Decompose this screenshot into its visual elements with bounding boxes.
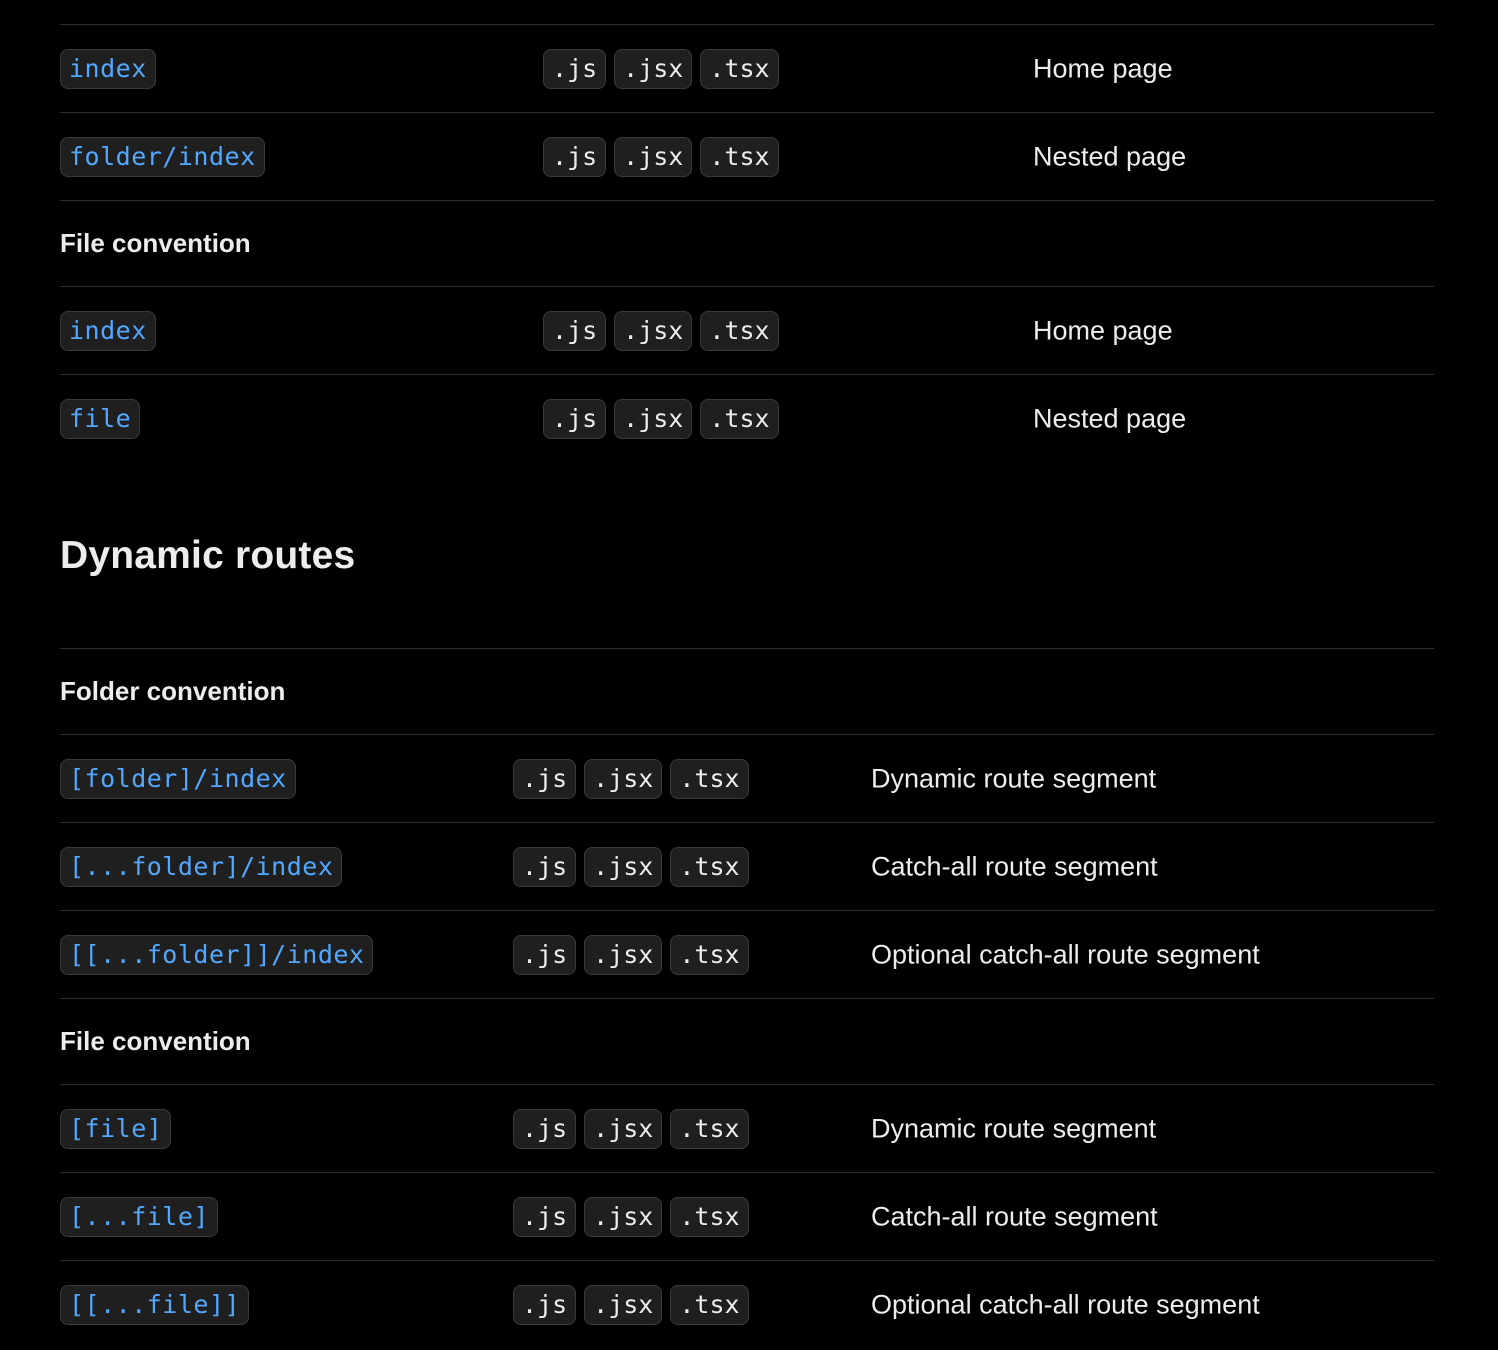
extension-chip: .js bbox=[543, 48, 607, 89]
extension-chip: .js bbox=[543, 310, 607, 351]
route-file-name[interactable]: folder/index bbox=[60, 136, 265, 177]
extension-chip: .jsx bbox=[614, 136, 693, 177]
route-description: Nested page bbox=[1033, 141, 1187, 171]
extension-chip: .jsx bbox=[584, 1284, 663, 1325]
route-file-name[interactable]: [folder]/index bbox=[60, 758, 296, 799]
table-row: [[...file]] .js .jsx .tsx Optional catch… bbox=[60, 1260, 1434, 1348]
route-description: Dynamic route segment bbox=[871, 1113, 1157, 1143]
table-row: [folder]/index .js .jsx .tsx Dynamic rou… bbox=[60, 734, 1434, 822]
table-row: [[...folder]]/index .js .jsx .tsx Option… bbox=[60, 910, 1434, 998]
extension-chip: .jsx bbox=[584, 934, 663, 975]
section-header-row: File convention bbox=[60, 200, 1434, 286]
extension-chip: .js bbox=[543, 398, 607, 439]
file-extensions: .js .jsx .tsx bbox=[513, 758, 749, 799]
route-file-name[interactable]: [[...folder]]/index bbox=[60, 934, 374, 975]
section-header-row: Folder convention bbox=[60, 648, 1434, 734]
extension-chip: .js bbox=[513, 1196, 577, 1237]
extension-chip: .tsx bbox=[670, 1284, 749, 1325]
extension-chip: .jsx bbox=[584, 846, 663, 887]
route-description: Nested page bbox=[1033, 403, 1187, 433]
route-description: Optional catch-all route segment bbox=[871, 1289, 1260, 1319]
extension-chip: .js bbox=[543, 136, 607, 177]
table-row: index .js .jsx .tsx Home page bbox=[60, 24, 1434, 112]
extension-chip: .js bbox=[513, 934, 577, 975]
route-file-name[interactable]: [...folder]/index bbox=[60, 846, 343, 887]
section-header-row: File convention bbox=[60, 998, 1434, 1084]
extension-chip: .tsx bbox=[700, 136, 779, 177]
extension-chip: .jsx bbox=[614, 398, 693, 439]
top-routes-table: index .js .jsx .tsx Home page folder/ind… bbox=[60, 24, 1434, 462]
section-label: Folder convention bbox=[60, 676, 286, 706]
file-extensions: .js .jsx .tsx bbox=[513, 846, 749, 887]
extension-chip: .tsx bbox=[700, 48, 779, 89]
table-row: [...folder]/index .js .jsx .tsx Catch-al… bbox=[60, 822, 1434, 910]
route-file-name[interactable]: [file] bbox=[60, 1108, 172, 1149]
extension-chip: .js bbox=[513, 758, 577, 799]
route-description: Catch-all route segment bbox=[871, 1201, 1158, 1231]
table-row: index .js .jsx .tsx Home page bbox=[60, 286, 1434, 374]
file-extensions: .js .jsx .tsx bbox=[513, 1108, 749, 1149]
extension-chip: .jsx bbox=[584, 758, 663, 799]
route-file-name[interactable]: file bbox=[60, 398, 141, 439]
table-row: folder/index .js .jsx .tsx Nested page bbox=[60, 112, 1434, 200]
file-extensions: .js .jsx .tsx bbox=[543, 398, 779, 439]
route-file-name[interactable]: [...file] bbox=[60, 1196, 218, 1237]
extension-chip: .jsx bbox=[614, 48, 693, 89]
extension-chip: .jsx bbox=[584, 1108, 663, 1149]
route-description: Catch-all route segment bbox=[871, 851, 1158, 881]
file-extensions: .js .jsx .tsx bbox=[513, 934, 749, 975]
section-label: File convention bbox=[60, 1026, 251, 1056]
extension-chip: .tsx bbox=[700, 398, 779, 439]
extension-chip: .jsx bbox=[584, 1196, 663, 1237]
extension-chip: .js bbox=[513, 846, 577, 887]
extension-chip: .jsx bbox=[614, 310, 693, 351]
file-extensions: .js .jsx .tsx bbox=[513, 1284, 749, 1325]
route-description: Home page bbox=[1033, 315, 1173, 345]
extension-chip: .tsx bbox=[670, 934, 749, 975]
route-description: Home page bbox=[1033, 53, 1173, 83]
file-extensions: .js .jsx .tsx bbox=[543, 48, 779, 89]
extension-chip: .tsx bbox=[670, 1108, 749, 1149]
route-file-name[interactable]: index bbox=[60, 310, 156, 351]
extension-chip: .tsx bbox=[670, 1196, 749, 1237]
extension-chip: .js bbox=[513, 1284, 577, 1325]
file-extensions: .js .jsx .tsx bbox=[513, 1196, 749, 1237]
route-file-name[interactable]: index bbox=[60, 48, 156, 89]
route-description: Dynamic route segment bbox=[871, 763, 1157, 793]
route-file-name[interactable]: [[...file]] bbox=[60, 1284, 250, 1325]
extension-chip: .tsx bbox=[670, 846, 749, 887]
dynamic-routes-heading: Dynamic routes bbox=[60, 534, 356, 577]
table-row: [file] .js .jsx .tsx Dynamic route segme… bbox=[60, 1084, 1434, 1172]
extension-chip: .tsx bbox=[700, 310, 779, 351]
table-row: file .js .jsx .tsx Nested page bbox=[60, 374, 1434, 462]
route-description: Optional catch-all route segment bbox=[871, 939, 1260, 969]
extension-chip: .tsx bbox=[670, 758, 749, 799]
dynamic-routes-table: Folder convention [folder]/index .js .js… bbox=[60, 648, 1434, 1348]
section-label: File convention bbox=[60, 228, 251, 258]
extension-chip: .js bbox=[513, 1108, 577, 1149]
table-row: [...file] .js .jsx .tsx Catch-all route … bbox=[60, 1172, 1434, 1260]
file-extensions: .js .jsx .tsx bbox=[543, 310, 779, 351]
file-extensions: .js .jsx .tsx bbox=[543, 136, 779, 177]
